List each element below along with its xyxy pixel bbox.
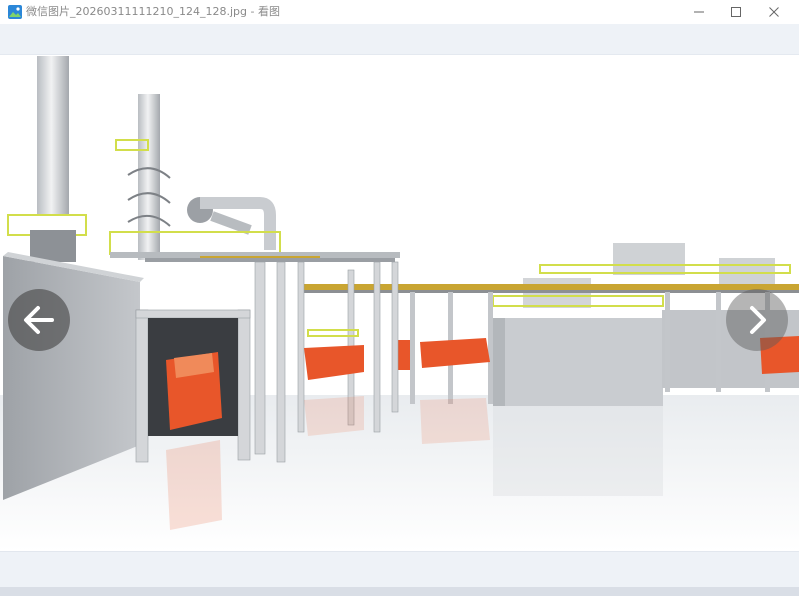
title-bar[interactable]: 微信图片_20260311111210_124_128.jpg - 看图 [0,0,799,24]
top-toolbar [0,24,799,55]
image-viewer-window: 微信图片_20260311111210_124_128.jpg - 看图 [0,0,799,596]
chevron-right-icon [750,306,766,334]
minimize-button[interactable] [680,0,718,24]
minimize-icon [694,11,704,13]
next-image-button[interactable] [726,289,788,351]
image-canvas[interactable] [0,55,799,551]
close-button[interactable] [755,0,793,24]
maximize-icon [731,7,741,17]
bottom-toolbar [0,551,799,596]
photo-viewer-app-icon [8,5,22,19]
factory-rendering-image [0,55,799,551]
maximize-button[interactable] [717,0,755,24]
arrow-left-icon [24,306,54,334]
bottom-strip [0,587,799,596]
close-icon [769,7,779,17]
previous-image-button[interactable] [8,289,70,351]
window-title: 微信图片_20260311111210_124_128.jpg - 看图 [26,5,280,18]
